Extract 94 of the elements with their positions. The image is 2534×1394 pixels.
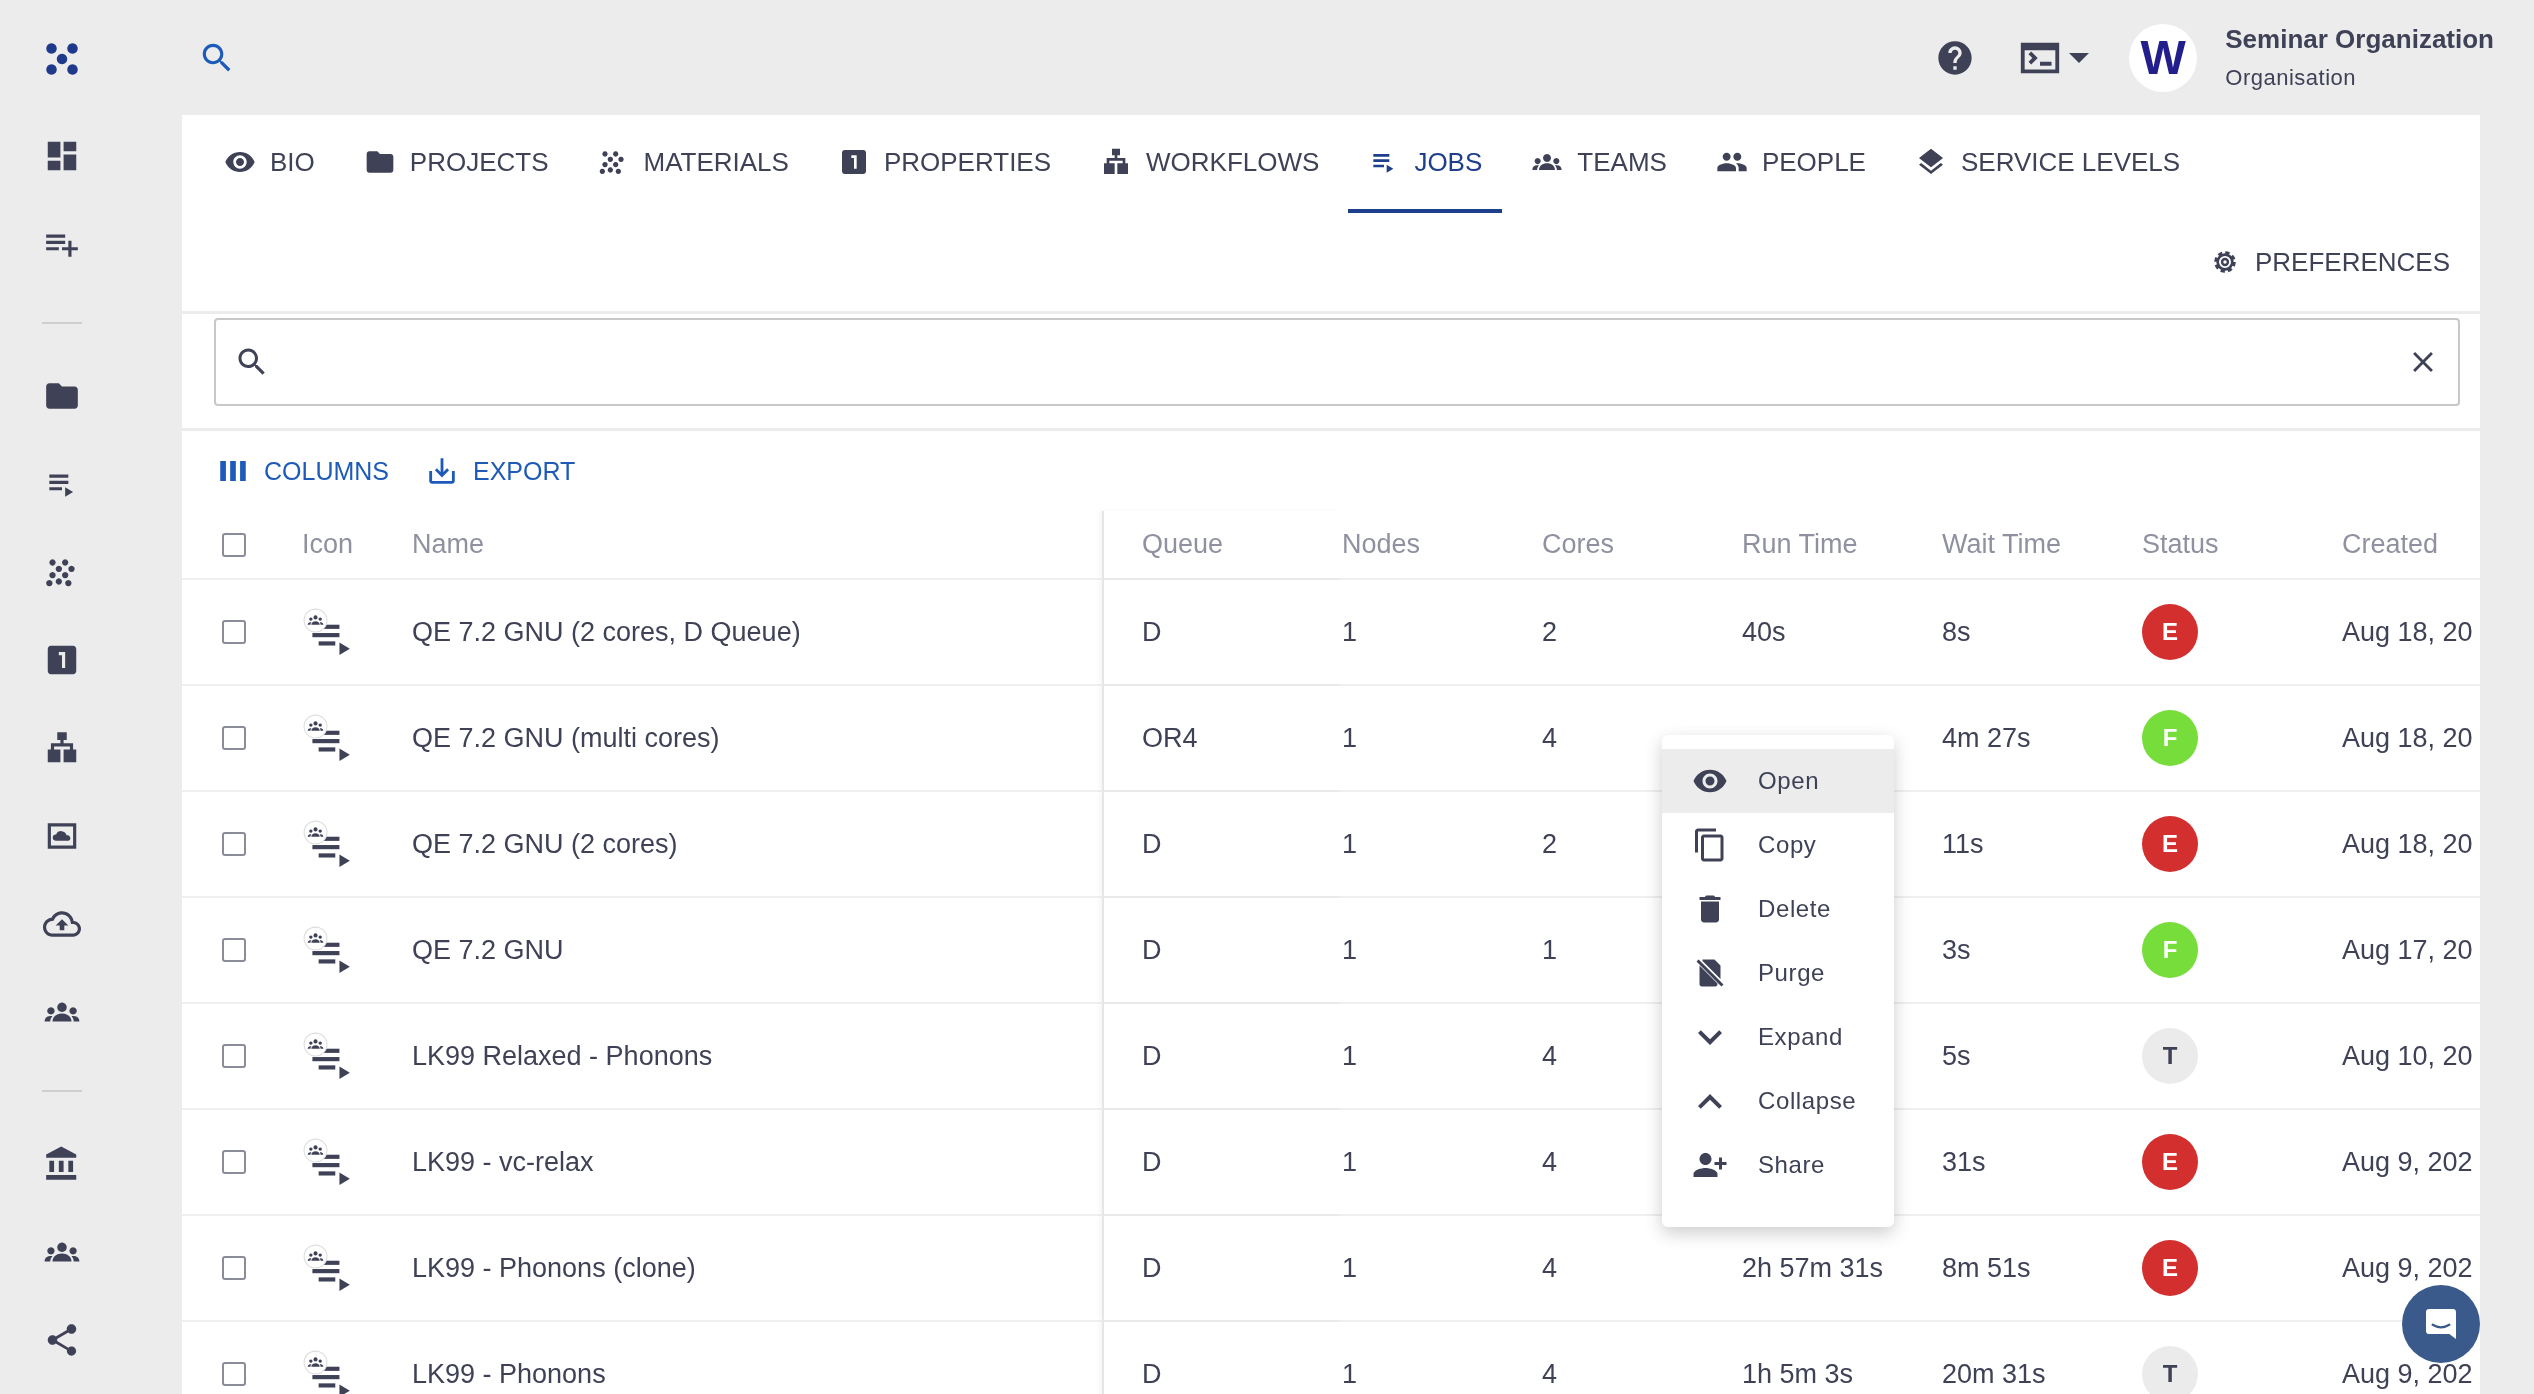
table-cell: 1 xyxy=(1342,934,1358,966)
table-cell: D xyxy=(1142,1252,1162,1284)
status-badge: T xyxy=(2142,1346,2198,1394)
tab[interactable]: PROJECTS xyxy=(343,115,569,213)
table-cell: 4 xyxy=(1542,1252,1558,1284)
menu-item[interactable]: Purge xyxy=(1662,941,1894,1005)
table-cell: 1 xyxy=(1342,1146,1358,1178)
menu-item[interactable]: Delete xyxy=(1662,877,1894,941)
checkbox[interactable] xyxy=(222,1044,246,1068)
checkbox[interactable] xyxy=(222,832,246,856)
menu-item[interactable]: Copy xyxy=(1662,813,1894,877)
checkbox[interactable] xyxy=(222,1362,246,1386)
job-name[interactable]: LK99 - Phonons xyxy=(412,1358,606,1390)
table-cell: Aug 18, 20 xyxy=(2342,828,2473,860)
checkbox[interactable] xyxy=(222,938,246,962)
table-cell: 1 xyxy=(1342,828,1358,860)
table-cell: Aug 10, 20 xyxy=(2342,1040,2473,1072)
checkbox[interactable] xyxy=(222,1150,246,1174)
table-cell: 1h 5m 3s xyxy=(1742,1358,1854,1390)
table-cell: D xyxy=(1142,1146,1162,1178)
checkbox[interactable] xyxy=(222,620,246,644)
chevron-down-icon xyxy=(1698,1029,1722,1045)
table-cell: 2 xyxy=(1542,616,1558,648)
table-cell: D xyxy=(1142,1358,1162,1390)
organization-avatar[interactable]: W xyxy=(2129,23,2198,92)
job-name[interactable]: QE 7.2 GNU (2 cores, D Queue) xyxy=(412,616,801,648)
job-name[interactable]: QE 7.2 GNU (multi cores) xyxy=(412,722,720,754)
table-cell: 2h 57m 31s xyxy=(1742,1252,1884,1284)
job-name[interactable]: LK99 - vc-relax xyxy=(412,1146,594,1178)
table-cell: Aug 9, 202 xyxy=(2342,1252,2473,1284)
table-cell: OR4 xyxy=(1142,722,1198,754)
checkbox[interactable] xyxy=(222,726,246,750)
table-cell: 4 xyxy=(1542,722,1558,754)
tab[interactable]: PROPERTIES xyxy=(817,115,1072,213)
chevron-up-icon xyxy=(1698,1093,1722,1109)
status-badge: T xyxy=(2142,1028,2198,1084)
table-cell: 4 xyxy=(1542,1358,1558,1390)
tab[interactable]: PEOPLE xyxy=(1695,115,1886,213)
table-cell: 4m 27s xyxy=(1942,722,2031,754)
table-cell: 11s xyxy=(1942,828,1984,860)
tab[interactable]: WORKFLOWS xyxy=(1080,115,1340,213)
caret-icon xyxy=(2069,52,2090,63)
table-cell: 1 xyxy=(1342,1040,1358,1072)
menu-item[interactable]: Open xyxy=(1662,749,1894,813)
table-cell: Aug 18, 20 xyxy=(2342,616,2473,648)
table-cell: D xyxy=(1142,828,1162,860)
preferences-button[interactable]: PREFERENCES xyxy=(2208,246,2450,278)
tab[interactable]: BIO xyxy=(204,115,335,213)
organization-type: Organisation xyxy=(2225,65,2357,91)
table-cell: 5s xyxy=(1942,1040,1971,1072)
job-name[interactable]: QE 7.2 GNU xyxy=(412,934,564,966)
table-cell: D xyxy=(1142,616,1162,648)
table-cell: 8s xyxy=(1942,616,1971,648)
tab[interactable]: SERVICE LEVELS xyxy=(1894,115,2201,213)
table-cell: 2 xyxy=(1542,828,1558,860)
job-name[interactable]: LK99 - Phonons (clone) xyxy=(412,1252,696,1284)
table-cell: D xyxy=(1142,934,1162,966)
table-cell: Aug 18, 20 xyxy=(2342,722,2473,754)
table-cell: 40s xyxy=(1742,616,1786,648)
table-cell: 1 xyxy=(1342,1358,1358,1390)
menu-item[interactable]: Collapse xyxy=(1662,1069,1894,1133)
toolbar-button[interactable]: EXPORT xyxy=(425,454,576,488)
table-cell: 31s xyxy=(1942,1146,1986,1178)
table-cell: 4 xyxy=(1542,1040,1558,1072)
table-cell: 1 xyxy=(1542,934,1558,966)
job-name[interactable]: LK99 Relaxed - Phonons xyxy=(412,1040,713,1072)
table-cell: D xyxy=(1142,1040,1162,1072)
organization-name: Seminar Organization xyxy=(2225,24,2494,55)
tab[interactable]: JOBS xyxy=(1348,115,1503,213)
toolbar-button[interactable]: COLUMNS xyxy=(216,454,389,488)
table-cell: 1 xyxy=(1342,1252,1358,1284)
table-cell: Aug 9, 202 xyxy=(2342,1358,2473,1390)
table-cell: Aug 9, 202 xyxy=(2342,1146,2473,1178)
job-name[interactable]: QE 7.2 GNU (2 cores) xyxy=(412,828,678,860)
search-field[interactable] xyxy=(214,318,2460,406)
checkbox[interactable] xyxy=(222,1256,246,1280)
status-badge: E xyxy=(2142,1240,2198,1296)
status-badge: E xyxy=(2142,1134,2198,1190)
status-badge: E xyxy=(2142,816,2198,872)
table-cell: 1 xyxy=(1342,722,1358,754)
status-badge: E xyxy=(2142,604,2198,660)
menu-item[interactable]: Share xyxy=(1662,1133,1894,1197)
status-badge: F xyxy=(2142,922,2198,978)
table-cell: 4 xyxy=(1542,1146,1558,1178)
tab[interactable]: TEAMS xyxy=(1511,115,1687,213)
status-badge: F xyxy=(2142,710,2198,766)
table-cell: Aug 17, 20 xyxy=(2342,934,2473,966)
checkbox[interactable] xyxy=(222,532,246,557)
table-cell: 3s xyxy=(1942,934,1971,966)
table-cell: 8m 51s xyxy=(1942,1252,2031,1284)
table-cell: 1 xyxy=(1342,616,1358,648)
tab[interactable]: MATERIALS xyxy=(577,115,809,213)
menu-item[interactable]: Expand xyxy=(1662,1005,1894,1069)
table-cell: 20m 31s xyxy=(1942,1358,2046,1390)
